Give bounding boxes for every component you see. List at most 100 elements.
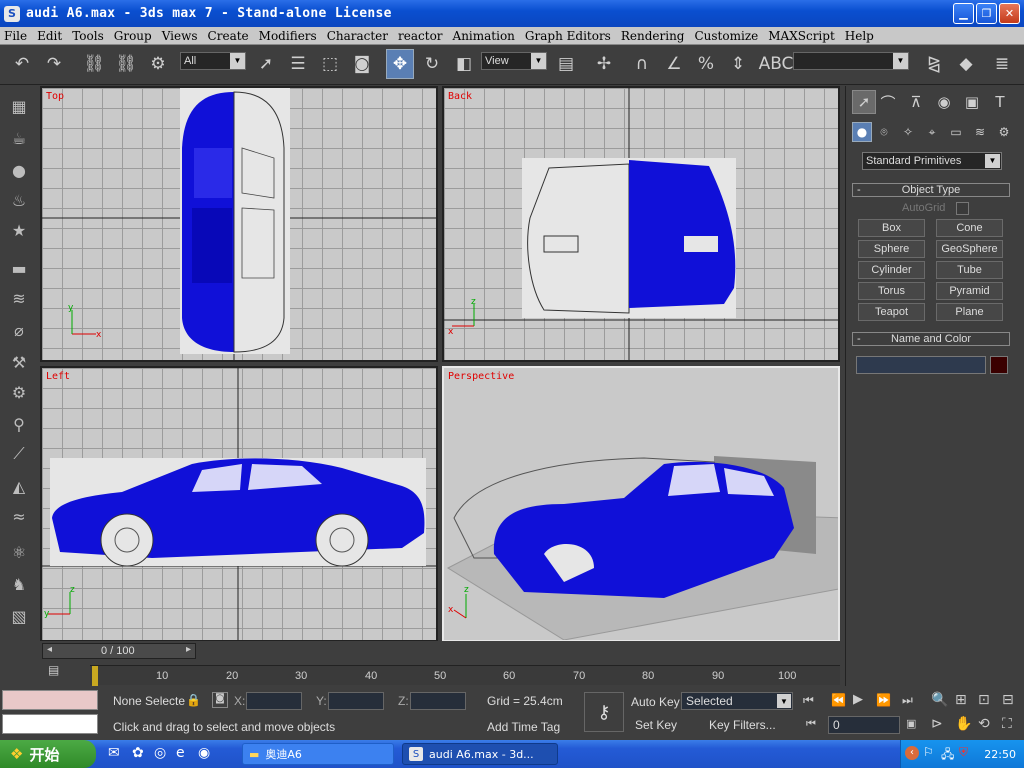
teapot-icon[interactable]: ☕ [7,126,31,150]
play-icon[interactable]: ▶ [853,692,863,707]
arc-rotate-icon[interactable]: ⟲ [978,716,990,732]
key-mode-toggle-icon[interactable]: ⏮ [806,717,816,731]
pan-icon[interactable]: ✋ [955,716,972,732]
quick-launch-icon[interactable]: ✿ [132,745,144,761]
absolute-mode-icon[interactable]: ◙ [212,692,228,708]
reference-coordinate-dropdown[interactable]: View ▼ [481,52,547,70]
named-selection-sets-dropdown[interactable]: ▼ [793,52,909,70]
browser-icon[interactable]: e [176,745,185,761]
teapot-button[interactable]: Teapot [858,303,925,321]
menu-tools[interactable]: Tools [72,29,104,43]
wave-icon[interactable]: ≈ [7,504,31,528]
snap-3d-icon[interactable]: ∩ [628,49,656,79]
auto-key-button[interactable]: Auto Key [631,695,680,709]
time-slider[interactable]: ◂ 0 / 100 ▸ [42,643,196,659]
next-frame-icon[interactable]: ⏩ [876,693,891,707]
selection-filter-dropdown[interactable]: All ▼ [180,52,246,70]
tray-expand-icon[interactable]: ‹ [905,746,919,760]
window-crossing-icon[interactable]: ◙ [348,49,376,79]
y-coordinate-field[interactable] [328,692,384,710]
language-icon[interactable]: ⚐ [923,745,934,759]
key-filters-button[interactable]: Key Filters... [709,718,776,732]
zoom-all-icon[interactable]: ⊞ [955,692,967,708]
key-icon[interactable]: ⚷ [584,692,624,732]
menu-character[interactable]: Character [327,29,388,43]
menu-file[interactable]: File [4,29,27,43]
add-time-tag[interactable]: Add Time Tag [487,720,560,734]
sphere-icon[interactable]: ● [7,158,31,182]
rectangular-selection-icon[interactable]: ⬚ [316,49,344,79]
go-to-end-icon[interactable]: ⏭ [902,693,913,708]
geosphere-button[interactable]: GeoSphere [936,240,1003,258]
menu-maxscript[interactable]: MAXScript [768,29,835,43]
space-warps-icon[interactable]: ≋ [970,122,990,142]
select-and-move-icon[interactable]: ✥ [386,49,414,79]
gear-icon[interactable]: ⚙ [7,380,31,404]
box-button[interactable]: Box [858,219,925,237]
select-and-rotate-icon[interactable]: ↻ [418,49,446,79]
zoom-icon[interactable]: 🔍 [931,692,948,708]
taskbar-item-folder[interactable]: ▬ 奥迪A6 [242,743,394,765]
security-icon[interactable]: ⛨ [959,745,968,760]
time-configuration-icon[interactable]: ▣ [906,717,916,730]
viewport-label[interactable]: Perspective [448,371,514,382]
systems-icon[interactable]: ⚙ [994,122,1014,142]
deform-icon[interactable]: ◭ [7,474,31,498]
z-coordinate-field[interactable] [410,692,466,710]
modify-tab-icon[interactable]: ⌒ [876,90,900,114]
taskbar-item-3dsmax[interactable]: S audi A6.max - 3d... [402,743,558,765]
select-object-icon[interactable]: ➚ [252,49,280,79]
zoom-extents-all-icon[interactable]: ⊟ [1002,692,1014,708]
app-icon[interactable]: S [4,5,20,22]
object-type-rollout[interactable]: - Object Type [852,183,1010,197]
maximize-viewport-icon[interactable]: ⛶ [1002,716,1012,732]
menu-edit[interactable]: Edit [37,29,62,43]
menu-rendering[interactable]: Rendering [621,29,685,43]
menu-modifiers[interactable]: Modifiers [259,29,317,43]
viewport-label[interactable]: Left [46,371,70,382]
autogrid-checkbox[interactable] [956,202,969,215]
select-by-name-icon[interactable]: ☰ [284,49,312,79]
link-icon[interactable]: ⛓ [80,49,108,79]
viewport-top[interactable]: Top x y [40,86,438,362]
viewport-label[interactable]: Back [448,91,472,102]
hammer-icon[interactable]: ⚒ [7,350,31,374]
minimize-button[interactable]: ▁ [953,3,974,24]
set-key-button[interactable]: Set Key [635,718,677,732]
tube-icon[interactable]: ⌀ [7,318,31,342]
cylinder-button[interactable]: Cylinder [858,261,925,279]
x-coordinate-field[interactable] [246,692,302,710]
start-button[interactable]: ❖ 开始 [0,740,96,768]
display-tab-icon[interactable]: ▣ [960,90,984,114]
menu-graph-editors[interactable]: Graph Editors [525,29,611,43]
helpers-icon[interactable]: ▭ [946,122,966,142]
layer-manager-icon[interactable]: ≣ [988,49,1016,79]
lock-icon[interactable]: 🔒 [186,693,201,707]
hierarchy-tab-icon[interactable]: ⊼ [904,90,928,114]
motion-tab-icon[interactable]: ◉ [932,90,956,114]
helper-icon[interactable]: ⚲ [7,412,31,436]
edit-named-selection-icon[interactable]: ABC [759,49,794,79]
quick-launch-icon[interactable]: ◉ [198,745,210,761]
manipulate-icon[interactable]: ✢ [590,49,618,79]
box-icon[interactable]: ▦ [7,94,31,118]
character-icon[interactable]: ♞ [7,572,31,596]
quick-launch-icon[interactable]: ◎ [154,745,166,761]
menu-animation[interactable]: Animation [453,29,515,43]
undo-icon[interactable]: ↶ [8,49,36,79]
light-icon[interactable]: ♨ [7,188,31,212]
tube-button[interactable]: Tube [936,261,1003,279]
quick-launch-icon[interactable]: ✉ [108,745,120,761]
key-mode-dropdown[interactable]: Selected ▼ [681,692,793,710]
align-icon[interactable]: ◆ [952,49,980,79]
zoom-extents-icon[interactable]: ⊡ [978,692,990,708]
mirror-icon[interactable]: ⧎ [920,49,948,79]
name-and-color-rollout[interactable]: - Name and Color [852,332,1010,346]
lights-icon[interactable]: ✧ [898,122,918,142]
maxscript-listener-white[interactable] [2,714,98,734]
cloth-icon[interactable]: ▧ [7,604,31,628]
close-button[interactable]: ✕ [999,3,1020,24]
menu-customize[interactable]: Customize [694,29,758,43]
menu-views[interactable]: Views [162,29,198,43]
viewport-back[interactable]: Back x z [442,86,840,362]
